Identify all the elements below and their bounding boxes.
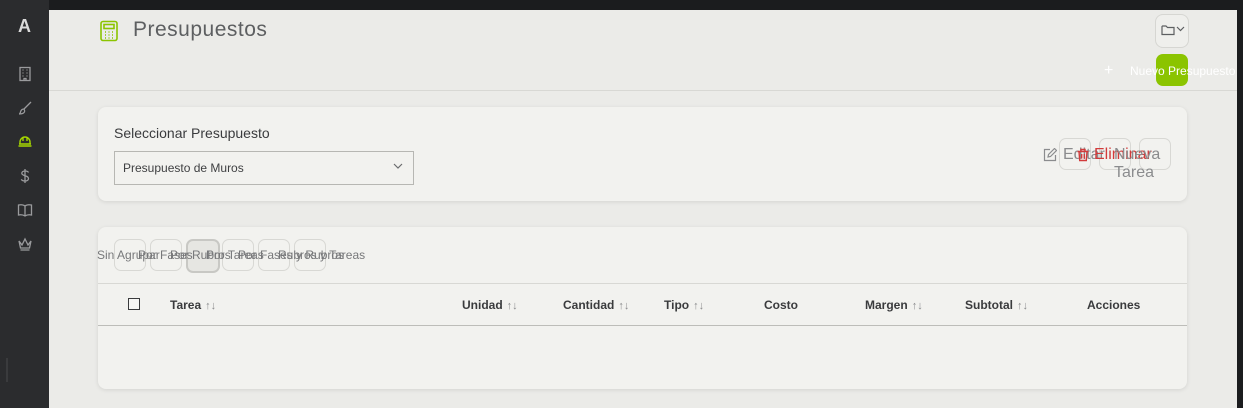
edit-icon	[1043, 148, 1057, 162]
hard-hat-icon[interactable]	[17, 133, 33, 149]
main-content: Presupuestos + Nuevo Presupuesto Selecci…	[49, 10, 1237, 408]
sort-icon[interactable]: ↑↓	[205, 300, 216, 312]
budget-select[interactable]: Presupuesto de Muros	[114, 151, 414, 185]
column-header-margen[interactable]: Margen ↑↓	[865, 298, 923, 312]
select-all-checkbox[interactable]	[128, 298, 140, 310]
sort-icon[interactable]: ↑↓	[1017, 300, 1028, 312]
plus-icon: +	[1104, 62, 1114, 79]
sort-icon[interactable]: ↑↓	[912, 300, 923, 312]
top-bar	[0, 0, 1243, 10]
sidebar-resize-handle[interactable]	[6, 358, 8, 382]
column-header-costo: Costo	[764, 298, 798, 312]
column-header-subtotal[interactable]: Subtotal ↑↓	[965, 298, 1028, 312]
page-title: Presupuestos	[133, 18, 268, 41]
calculator-icon	[99, 20, 119, 42]
building-icon[interactable]	[17, 66, 33, 82]
folder-icon	[1161, 25, 1175, 36]
column-header-tipo[interactable]: Tipo ↑↓	[664, 298, 704, 312]
sort-icon[interactable]: ↑↓	[618, 300, 629, 312]
sort-icon[interactable]: ↑↓	[693, 300, 704, 312]
column-header-acciones: Acciones	[1087, 298, 1141, 312]
group-option-label: Rubros y Tareas	[278, 248, 366, 262]
budget-selector-label: Seleccionar Presupuesto	[114, 125, 270, 141]
chevron-down-icon	[393, 163, 403, 169]
budget-table-card: Sin Agrupar Por Fases Por Rubros Por Tar…	[97, 227, 1187, 389]
brush-icon[interactable]	[17, 100, 33, 116]
folder-dropdown-button[interactable]	[1155, 14, 1189, 48]
book-icon[interactable]	[17, 202, 33, 218]
crown-icon[interactable]	[17, 236, 33, 252]
new-task-label: Nueva Tarea	[1114, 146, 1161, 181]
app-logo[interactable]: A	[0, 16, 49, 37]
trash-icon	[1077, 148, 1089, 162]
sort-icon[interactable]: ↑↓	[507, 300, 518, 312]
new-budget-label[interactable]: Nuevo Presupuesto	[1130, 64, 1235, 78]
table-header: Tarea ↑↓ Unidad ↑↓ Cantidad ↑↓ Tipo ↑↓ Costo…	[98, 283, 1187, 326]
budget-select-value: Presupuesto de Muros	[123, 161, 244, 175]
column-header-cantidad[interactable]: Cantidad ↑↓	[563, 298, 629, 312]
window-edge	[1237, 10, 1243, 408]
chevron-down-icon	[1176, 26, 1185, 32]
dollar-icon[interactable]	[17, 168, 33, 184]
sidebar: A	[0, 0, 49, 408]
column-header-tarea[interactable]: Tarea ↑↓	[170, 298, 216, 312]
budget-selector-card: Seleccionar Presupuesto Presupuesto de M…	[98, 107, 1187, 201]
column-header-unidad[interactable]: Unidad ↑↓	[462, 298, 518, 312]
page-header: Presupuestos + Nuevo Presupuesto	[49, 10, 1237, 91]
